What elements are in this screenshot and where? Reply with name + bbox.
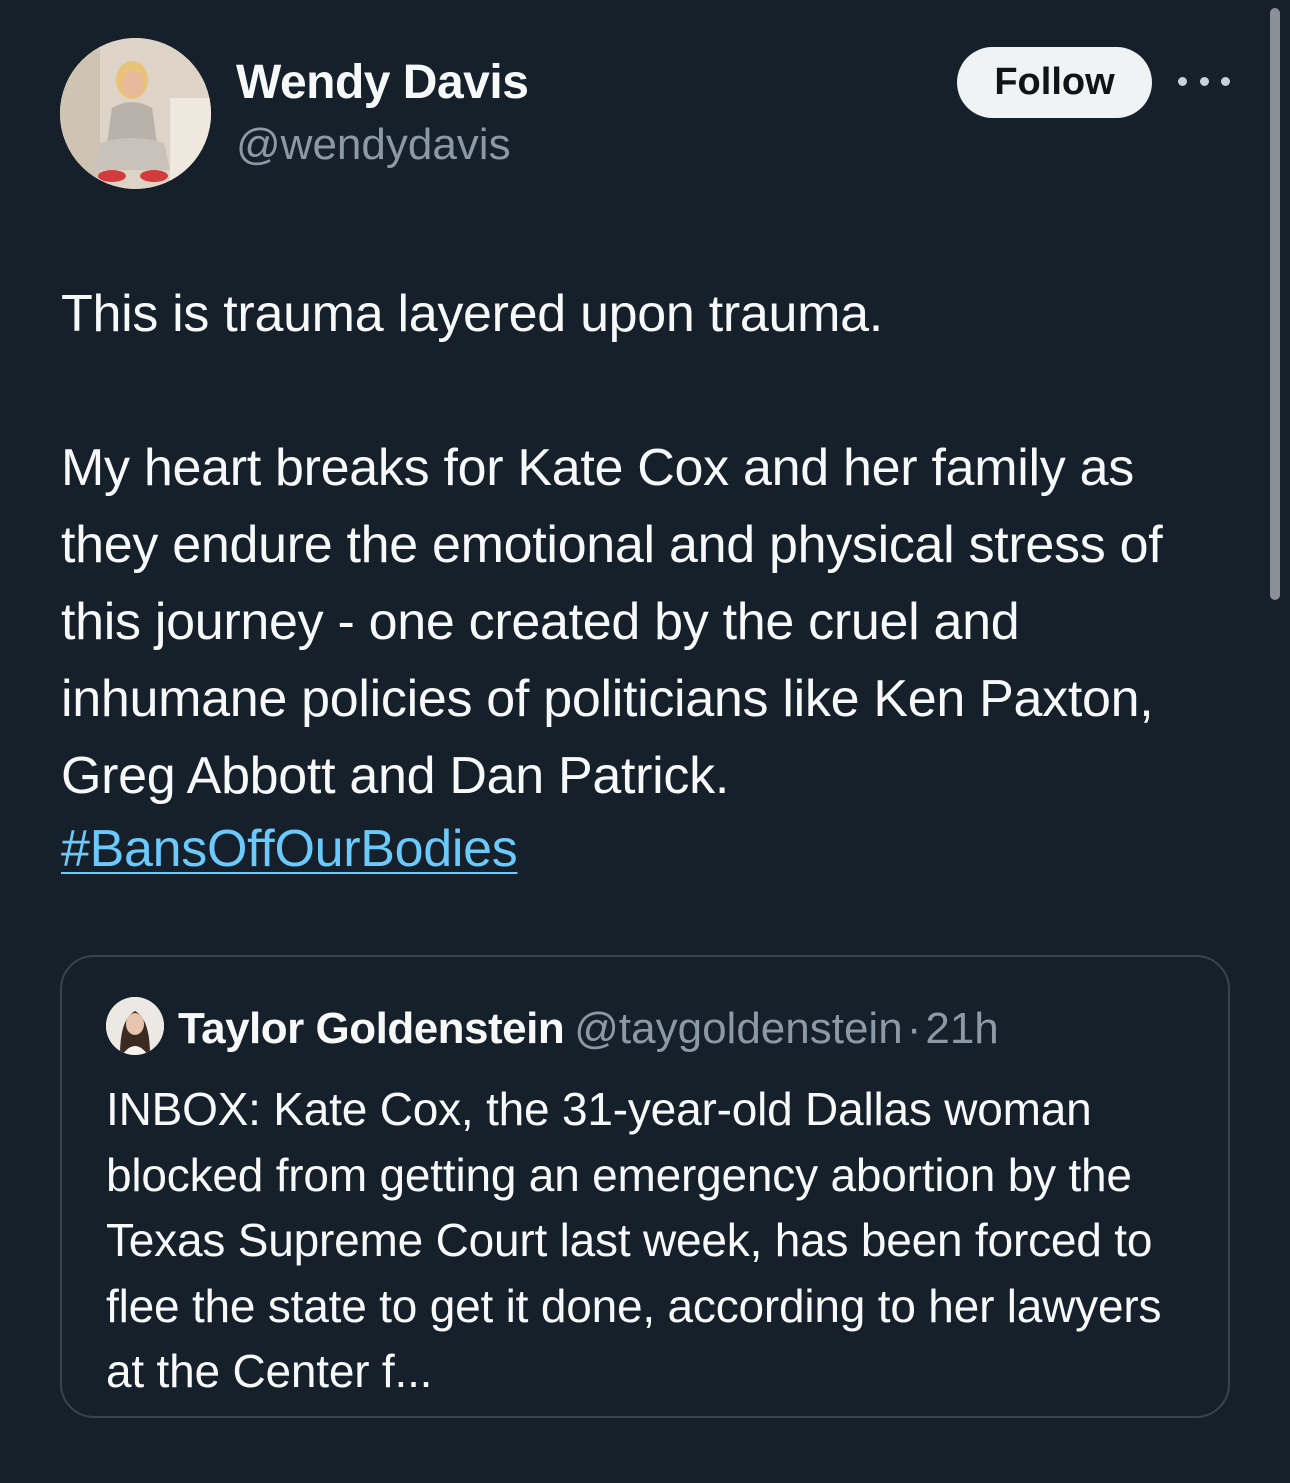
- dot-icon: [1199, 76, 1209, 86]
- profile-photo-icon: [106, 997, 164, 1055]
- quoted-tweet-card[interactable]: Taylor Goldenstein @taygoldenstein·21h IN…: [60, 955, 1230, 1418]
- quoted-timestamp[interactable]: 21h: [925, 1004, 998, 1053]
- quoted-author-avatar[interactable]: [106, 997, 164, 1055]
- more-options-icon[interactable]: [1178, 66, 1230, 96]
- follow-button[interactable]: Follow: [957, 47, 1152, 118]
- dot-icon: [1178, 76, 1187, 86]
- separator-dot: ·: [906, 1004, 922, 1053]
- quoted-display-name[interactable]: Taylor Goldenstein: [178, 1004, 565, 1053]
- quoted-tweet-text: INBOX: Kate Cox, the 31-year-old Dallas …: [106, 1083, 1162, 1397]
- quoted-handle[interactable]: @taygoldenstein: [574, 1004, 902, 1053]
- tweet: Wendy Davis @wendydavis Follow This is t…: [0, 0, 1290, 1483]
- quoted-tweet-header: Taylor Goldenstein @taygoldenstein·21h: [178, 1001, 999, 1057]
- author-display-name[interactable]: Wendy Davis: [236, 55, 529, 110]
- author-avatar[interactable]: [60, 38, 211, 189]
- tweet-text: This is trauma layered upon trauma. My h…: [61, 285, 1163, 805]
- profile-photo-icon: [60, 38, 211, 189]
- author-handle[interactable]: @wendydavis: [236, 120, 511, 170]
- scrollbar[interactable]: [1270, 8, 1280, 600]
- dot-icon: [1221, 76, 1230, 86]
- hashtag-link[interactable]: #BansOffOurBodies: [61, 811, 518, 888]
